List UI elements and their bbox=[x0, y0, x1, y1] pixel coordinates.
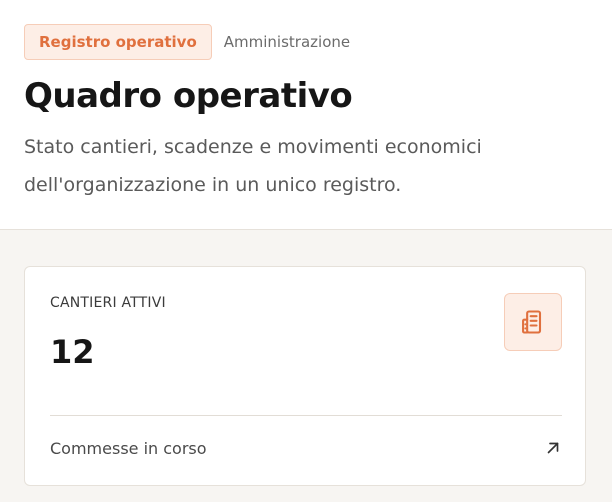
arrow-up-right-icon[interactable] bbox=[544, 439, 562, 457]
page-header: Registro operativo Amministrazione Quadr… bbox=[0, 0, 612, 230]
footer-label: Commesse in corso bbox=[50, 438, 207, 458]
page-subtitle: Stato cantieri, scadenze e movimenti eco… bbox=[24, 136, 482, 196]
stat-card-cantieri[interactable]: CANTIERI ATTIVI 12 Commesse in corso bbox=[24, 266, 586, 486]
building-icon bbox=[522, 310, 542, 334]
card-divider bbox=[50, 415, 562, 416]
card-footer-link[interactable]: Commesse in corso bbox=[50, 435, 562, 461]
stat-icon-box bbox=[504, 293, 562, 351]
breadcrumb-link[interactable]: Amministrazione bbox=[224, 33, 350, 51]
stat-value: 12 bbox=[50, 333, 95, 371]
breadcrumb-current[interactable]: Registro operativo bbox=[24, 24, 212, 60]
breadcrumb: Registro operativo Amministrazione bbox=[24, 24, 350, 60]
page-title: Quadro operativo bbox=[24, 76, 353, 116]
stat-label: CANTIERI ATTIVI bbox=[50, 295, 166, 311]
